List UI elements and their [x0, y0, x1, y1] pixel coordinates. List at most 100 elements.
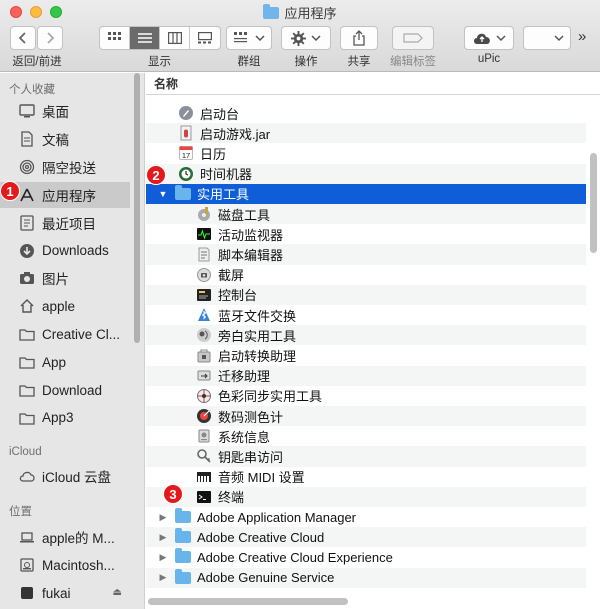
- list-item-label: 实用工具: [197, 187, 250, 203]
- disclosure-collapsed-icon[interactable]: ▶: [158, 532, 168, 543]
- icon-view-button[interactable]: [100, 27, 130, 49]
- list-item[interactable]: 控制台: [146, 284, 586, 305]
- list-item[interactable]: ▶ Adobe Application Manager: [146, 507, 586, 527]
- columns-icon: [167, 32, 182, 44]
- toolbar-overflow-button[interactable]: »: [578, 28, 586, 45]
- list-item[interactable]: 启动台: [146, 103, 586, 123]
- hard-drive-icon: [18, 556, 36, 574]
- list-item[interactable]: 脚本编辑器: [146, 244, 586, 265]
- sidebar-item-favorites-0[interactable]: 桌面: [0, 98, 130, 124]
- list-item-label: 旁白实用工具: [218, 328, 297, 344]
- list-item-label: Adobe Creative Cloud Experience: [197, 549, 393, 565]
- list-item-label: 终端: [218, 490, 245, 506]
- upic-button[interactable]: [464, 26, 514, 50]
- action-button[interactable]: [281, 26, 331, 50]
- sidebar-item-label: apple: [42, 298, 76, 314]
- list-item[interactable]: ▼ 实用工具: [146, 183, 586, 204]
- sidebar-item-favorites-1[interactable]: 文稿: [0, 126, 130, 152]
- back-button[interactable]: [10, 26, 36, 50]
- list-item-clipped[interactable]: [146, 93, 586, 103]
- list-item[interactable]: 活动监视器: [146, 224, 586, 244]
- sidebar-scrollbar[interactable]: [134, 73, 140, 343]
- sidebar-item-favorites-3[interactable]: 应用程序: [0, 181, 130, 208]
- list-item[interactable]: 终端: [146, 486, 586, 507]
- sidebar-item-label: 文稿: [42, 132, 69, 148]
- list-item[interactable]: 系统信息: [146, 426, 586, 446]
- sidebar-item-favorites-9[interactable]: App: [0, 349, 130, 375]
- camera-icon: [18, 269, 36, 287]
- list-item[interactable]: 17 日历: [146, 143, 586, 163]
- list-item[interactable]: 启动转换助理: [146, 345, 586, 365]
- list-item[interactable]: ▶ Adobe Creative Cloud: [146, 527, 586, 548]
- list-item[interactable]: 音频 MIDI 设置: [146, 467, 586, 487]
- sidebar-item-favorites-6[interactable]: 图片: [0, 265, 130, 291]
- list-view-button[interactable]: [130, 27, 160, 49]
- sidebar-item-locations-1[interactable]: Macintosh...: [0, 552, 130, 578]
- icloud-heading: iCloud: [9, 446, 42, 458]
- list-item[interactable]: ▶ Adobe Genuine Service: [146, 567, 586, 588]
- sidebar-item-locations-0[interactable]: apple的 M...: [0, 524, 130, 550]
- list-item[interactable]: ▶ Adobe Creative Cloud Experience: [146, 547, 586, 567]
- list-item[interactable]: 磁盘工具: [146, 204, 586, 225]
- list-item[interactable]: 旁白实用工具: [146, 325, 586, 346]
- disclosure-collapsed-icon[interactable]: ▶: [158, 512, 168, 523]
- forward-button[interactable]: [37, 26, 63, 50]
- boot-camp-icon: [196, 347, 212, 363]
- sidebar-item-favorites-11[interactable]: App3: [0, 405, 130, 431]
- screenshot-icon: [196, 267, 212, 283]
- laptop-icon: [18, 528, 36, 546]
- gallery-icon: [198, 32, 212, 44]
- share-button[interactable]: [340, 26, 378, 50]
- sidebar-item-label: Creative Cl...: [42, 326, 121, 342]
- upic-label: uPic: [477, 53, 501, 65]
- horizontal-scrollbar[interactable]: [148, 598, 348, 605]
- view-mode-control[interactable]: [99, 26, 221, 50]
- disclosure-collapsed-icon[interactable]: ▶: [158, 552, 168, 563]
- list-item[interactable]: 迁移助理: [146, 365, 586, 386]
- color-meter-icon: [196, 408, 212, 424]
- list-item[interactable]: 启动游戏.jar: [146, 123, 586, 144]
- disclosure-expanded-icon[interactable]: ▼: [158, 189, 168, 199]
- group-button[interactable]: [226, 26, 272, 50]
- action-label: 操作: [294, 56, 318, 68]
- sidebar-item-favorites-8[interactable]: Creative Cl...: [0, 321, 130, 347]
- list-item-label: 脚本编辑器: [218, 247, 284, 263]
- list-item[interactable]: 数码测色计: [146, 406, 586, 427]
- keychain-icon: [196, 448, 212, 464]
- chevron-down-icon: [496, 35, 506, 42]
- list-item[interactable]: 蓝牙文件交换: [146, 305, 586, 325]
- eject-icon[interactable]: ⏏: [113, 587, 122, 598]
- file-list: 名称 启动台 启动游戏.jar 17 日历 时间机器 ▼ 实用工具磁盘工具 活动监视器脚本编辑…: [146, 73, 600, 609]
- list-item[interactable]: 时间机器: [146, 163, 586, 184]
- document-icon: [18, 130, 36, 148]
- extra-dropdown-button[interactable]: [523, 26, 571, 50]
- list-item-label: 磁盘工具: [218, 207, 271, 223]
- sidebar-item-favorites-4[interactable]: 最近项目: [0, 210, 130, 236]
- list-item-label: Adobe Genuine Service: [197, 570, 335, 586]
- sidebar-item-locations-2[interactable]: fukai ⏏: [0, 580, 130, 606]
- sidebar-item-favorites-2[interactable]: 隔空投送: [0, 154, 130, 180]
- cloud-upload-icon: [474, 33, 490, 44]
- list-item[interactable]: 钥匙串访问: [146, 446, 586, 467]
- midi-icon: [196, 469, 212, 485]
- disclosure-collapsed-icon[interactable]: ▶: [158, 572, 168, 583]
- window-title-text: 应用程序: [284, 6, 337, 21]
- drive-icon: [18, 584, 36, 602]
- list-item[interactable]: 截屏: [146, 265, 586, 285]
- folder-icon: [18, 381, 36, 399]
- edit-tags-button[interactable]: [392, 26, 434, 50]
- folder-icon: [175, 528, 191, 545]
- sidebar-item-favorites-10[interactable]: Download: [0, 377, 130, 403]
- list-item[interactable]: 色彩同步实用工具: [146, 386, 586, 406]
- sidebar-item-label: 图片: [42, 272, 69, 288]
- vertical-scrollbar[interactable]: [590, 153, 597, 253]
- sidebar-item-label: App: [42, 354, 67, 370]
- sidebar-item-icloud-0[interactable]: iCloud 云盘: [0, 463, 130, 489]
- sidebar-item-favorites-5[interactable]: Downloads: [0, 238, 130, 264]
- column-header-name[interactable]: 名称: [146, 73, 600, 95]
- gallery-view-button[interactable]: [190, 27, 220, 49]
- sidebar-item-favorites-7[interactable]: apple: [0, 293, 130, 319]
- folder-icon: [18, 409, 36, 427]
- column-view-button[interactable]: [160, 27, 190, 49]
- folder-icon: [263, 4, 280, 19]
